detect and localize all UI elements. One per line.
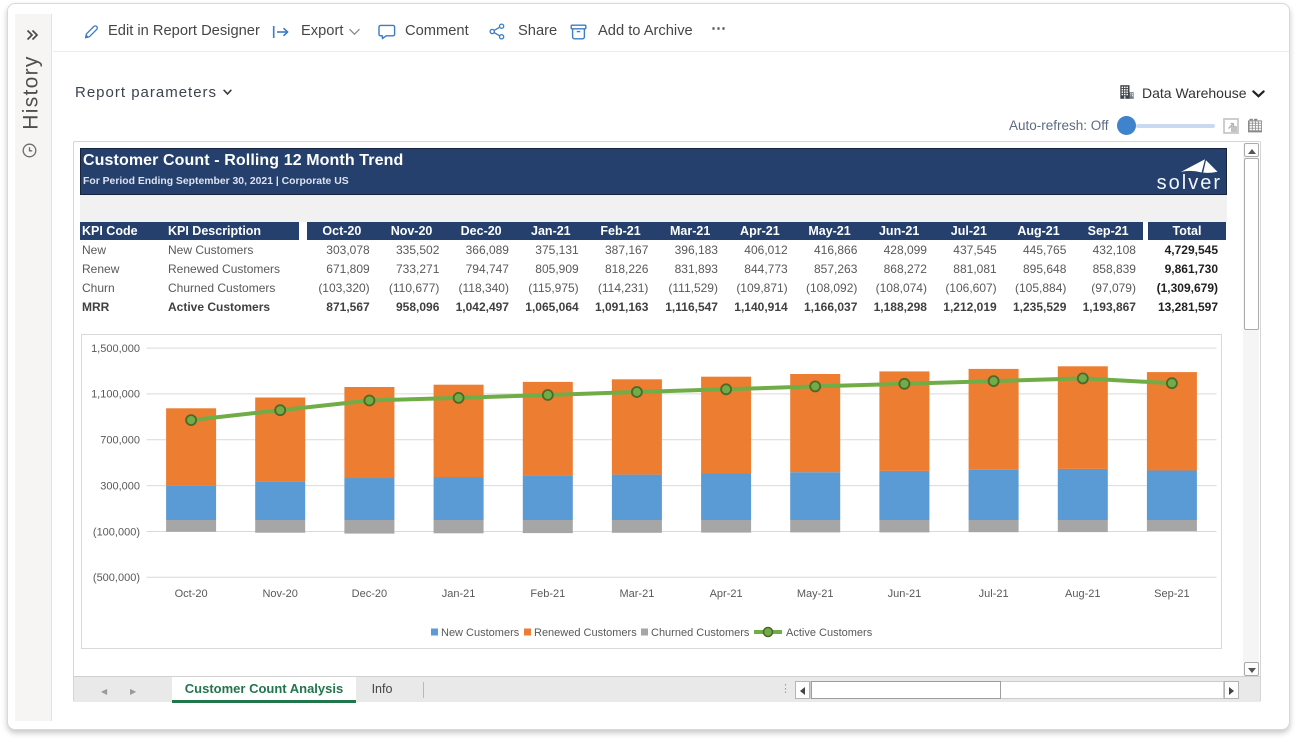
svg-text:Jun-21: Jun-21 (888, 588, 922, 600)
svg-text:300,000: 300,000 (100, 480, 140, 492)
svg-text:Churned Customers: Churned Customers (651, 627, 750, 639)
svg-text:Jul-21: Jul-21 (979, 588, 1009, 600)
svg-text:Apr-21: Apr-21 (710, 588, 743, 600)
svg-text:Active Customers: Active Customers (786, 627, 873, 639)
svg-text:Feb-21: Feb-21 (530, 588, 565, 600)
svg-text:Dec-20: Dec-20 (352, 588, 387, 600)
svg-text:Oct-20: Oct-20 (175, 588, 208, 600)
svg-text:(100,000): (100,000) (93, 526, 140, 538)
svg-text:Nov-20: Nov-20 (262, 588, 297, 600)
svg-text:700,000: 700,000 (100, 435, 140, 447)
svg-text:New Customers: New Customers (441, 627, 520, 639)
svg-text:1,500,000: 1,500,000 (91, 343, 140, 355)
svg-text:May-21: May-21 (797, 588, 834, 600)
svg-text:1,100,000: 1,100,000 (91, 389, 140, 401)
svg-text:Mar-21: Mar-21 (619, 588, 654, 600)
svg-text:(500,000): (500,000) (93, 572, 140, 584)
svg-text:Jan-21: Jan-21 (442, 588, 476, 600)
svg-text:Renewed Customers: Renewed Customers (534, 627, 637, 639)
svg-text:Sep-21: Sep-21 (1154, 588, 1189, 600)
svg-text:Aug-21: Aug-21 (1065, 588, 1100, 600)
